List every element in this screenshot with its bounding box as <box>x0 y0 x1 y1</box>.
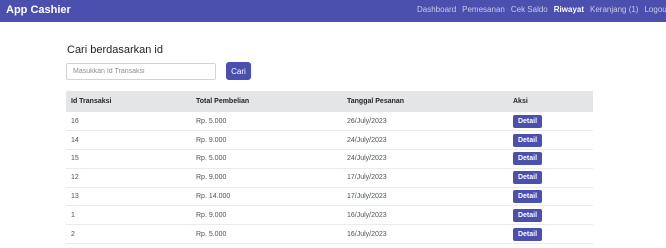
cell-transaction-id: 12 <box>71 174 79 182</box>
column-header-id: Id Transaksi <box>71 98 112 105</box>
cell-total: Rp. 5.000 <box>196 230 227 238</box>
cell-action: Detail <box>508 131 593 150</box>
detail-button[interactable]: Detail <box>513 190 542 204</box>
cell-action: Detail <box>508 206 593 225</box>
nav-item-logout[interactable]: Logout <box>644 5 666 14</box>
nav-item-cek-saldo[interactable]: Cek Saldo <box>511 5 548 14</box>
cell-date: 26/July/2023 <box>347 117 387 125</box>
table-row: 14 Rp. 9.000 24/July/2023 Detail <box>66 131 593 150</box>
cell-transaction-id: 1 <box>71 211 75 219</box>
column-header-action: Aksi <box>513 98 528 105</box>
detail-button[interactable]: Detail <box>513 114 542 128</box>
cell-date: 17/July/2023 <box>347 174 387 182</box>
transaction-history-table: Id Transaksi Total Pembelian Tanggal Pes… <box>66 91 593 244</box>
search-button[interactable]: Cari <box>226 62 251 80</box>
detail-button[interactable]: Detail <box>513 208 542 222</box>
cell-transaction-id: 2 <box>71 230 75 238</box>
search-title: Cari berdasarkan id <box>67 44 163 56</box>
top-navbar: App Cashier Dashboard Pemesanan Cek Sald… <box>0 0 666 22</box>
nav-item-keranjang[interactable]: Keranjang (1) <box>590 5 638 14</box>
table-row: 16 Rp. 5.000 26/July/2023 Detail <box>66 112 593 131</box>
column-header-date: Tanggal Pesanan <box>347 98 405 105</box>
detail-button[interactable]: Detail <box>513 171 542 185</box>
cell-date: 24/July/2023 <box>347 155 387 163</box>
table-row: 1 Rp. 9.000 16/July/2023 Detail <box>66 206 593 225</box>
cell-total: Rp. 9.000 <box>196 211 227 219</box>
nav-item-pemesanan[interactable]: Pemesanan <box>462 5 505 14</box>
cell-total: Rp. 5.000 <box>196 155 227 163</box>
column-header-total: Total Pembelian <box>196 98 250 105</box>
app-brand[interactable]: App Cashier <box>6 4 71 16</box>
cell-total: Rp. 5.000 <box>196 117 227 125</box>
transaction-id-search-input[interactable] <box>66 63 216 80</box>
cell-date: 24/July/2023 <box>347 136 387 144</box>
detail-button[interactable]: Detail <box>513 133 542 147</box>
nav-item-riwayat[interactable]: Riwayat <box>554 5 584 14</box>
detail-button[interactable]: Detail <box>513 152 542 166</box>
cell-total: Rp. 9.000 <box>196 136 227 144</box>
cell-action: Detail <box>508 225 593 244</box>
table-row: 12 Rp. 9.000 17/July/2023 Detail <box>66 168 593 188</box>
cell-action: Detail <box>508 150 593 169</box>
cell-transaction-id: 16 <box>71 117 79 125</box>
cell-transaction-id: 13 <box>71 193 79 201</box>
cell-action: Detail <box>508 187 593 206</box>
transaction-history-table-wrapper: Id Transaksi Total Pembelian Tanggal Pes… <box>66 91 593 244</box>
cell-total: Rp. 14.000 <box>196 193 231 201</box>
cell-date: 16/July/2023 <box>347 211 387 219</box>
cell-total: Rp. 9.000 <box>196 174 227 182</box>
table-row: 2 Rp. 5.000 16/July/2023 Detail <box>66 225 593 244</box>
cell-date: 16/July/2023 <box>347 230 387 238</box>
table-row: 13 Rp. 14.000 17/July/2023 Detail <box>66 187 593 206</box>
cell-action: Detail <box>508 168 593 187</box>
cell-action: Detail <box>508 112 593 131</box>
cell-transaction-id: 14 <box>71 136 79 144</box>
cell-date: 17/July/2023 <box>347 193 387 201</box>
table-row: 15 Rp. 5.000 24/July/2023 Detail <box>66 150 593 169</box>
nav-links: Dashboard Pemesanan Cek Saldo Riwayat Ke… <box>417 5 666 14</box>
nav-item-dashboard[interactable]: Dashboard <box>417 5 456 14</box>
table-header-row: Id Transaksi Total Pembelian Tanggal Pes… <box>66 91 593 112</box>
cell-transaction-id: 15 <box>71 155 79 163</box>
detail-button[interactable]: Detail <box>513 227 542 241</box>
